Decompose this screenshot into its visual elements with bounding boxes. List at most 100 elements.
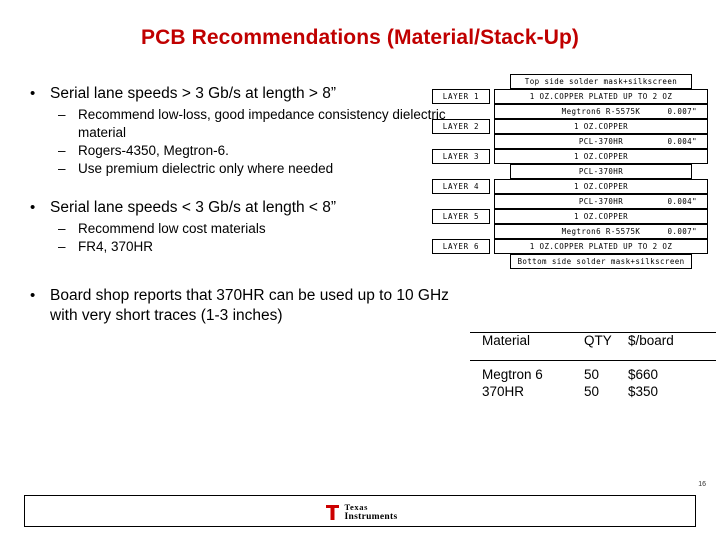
- sub-bullet-text: FR4, 370HR: [78, 239, 154, 254]
- stackup-row: LAYER 5 1 OZ.COPPER: [432, 209, 708, 224]
- stackup-material-name: Top side solder mask+silkscreen: [524, 77, 678, 86]
- stackup-material-name: 1 OZ.COPPER: [573, 212, 629, 221]
- stackup-material-band: Megtron6 R-5575K 0.007": [494, 104, 708, 119]
- page-number: 16: [698, 481, 706, 488]
- stackup-row: LAYER 4 1 OZ.COPPER: [432, 179, 708, 194]
- stackup-row: Top side solder mask+silkscreen: [432, 74, 708, 89]
- sub-bullet-marker: –: [58, 161, 66, 176]
- sub-bullet-text: Recommend low-loss, good impedance consi…: [78, 107, 446, 140]
- stackup-material-name: 1 OZ.COPPER: [573, 152, 629, 161]
- stackup-material-name: Bottom side solder mask+silkscreen: [517, 257, 685, 266]
- stackup-material-band: PCL-370HR: [510, 164, 692, 179]
- bullet-marker: •: [30, 199, 36, 216]
- bullet-item-1: • Serial lane speeds > 3 Gb/s at length …: [22, 84, 452, 104]
- stackup-layer-spacer: [432, 224, 490, 239]
- stackup-layer-label: LAYER 6: [432, 239, 490, 254]
- bullet-text: Serial lane speeds < 3 Gb/s at length < …: [50, 199, 337, 216]
- stackup-thickness: 0.004": [667, 137, 697, 146]
- stackup-material-name: PCL-370HR: [578, 137, 624, 146]
- stackup-layer-spacer: [432, 254, 490, 269]
- stackup-row: PCL-370HR 0.004": [432, 134, 708, 149]
- stackup-layer-spacer: [432, 134, 490, 149]
- cell-cost: $350: [628, 384, 659, 399]
- stackup-layer-spacer: [432, 194, 490, 209]
- stackup-material-band: 1 OZ.COPPER: [494, 119, 708, 134]
- column-header-cost: $/board: [628, 333, 674, 348]
- stackup-material-name: 1 OZ.COPPER PLATED UP TO 2 OZ: [529, 242, 673, 251]
- ti-wordmark: Texas Instruments: [344, 501, 398, 522]
- stackup-material-band: 1 OZ.COPPER: [494, 179, 708, 194]
- stackup-layer-label: LAYER 1: [432, 89, 490, 104]
- page-title: PCB Recommendations (Material/Stack-Up): [141, 26, 579, 49]
- bullet-marker: •: [30, 287, 36, 304]
- sub-bullet-marker: –: [58, 239, 66, 254]
- stackup-material-band: Megtron6 R-5575K 0.007": [494, 224, 708, 239]
- stackup-material-band: 1 OZ.COPPER: [494, 149, 708, 164]
- bullet-item-3: • Board shop reports that 370HR can be u…: [22, 286, 452, 326]
- bullet-list: • Serial lane speeds > 3 Gb/s at length …: [22, 84, 452, 328]
- column-header-qty: QTY: [584, 333, 612, 348]
- sub-bullet-item-2-2: – FR4, 370HR: [22, 238, 452, 256]
- stackup-row: LAYER 6 1 OZ.COPPER PLATED UP TO 2 OZ: [432, 239, 708, 254]
- sub-bullet-text: Use premium dielectric only where needed: [78, 161, 334, 176]
- table-row: 370HR 50 $350: [470, 384, 716, 401]
- ti-wordmark-line1: Texas: [344, 501, 369, 512]
- table-row: Megtron 6 50 $660: [470, 367, 716, 384]
- stackup-material-name: Megtron6 R-5575K: [561, 107, 641, 116]
- stackup-material-name: PCL-370HR: [578, 197, 624, 206]
- ti-logo: Texas Instruments: [25, 496, 697, 528]
- stackup-material-name: 1 OZ.COPPER: [573, 182, 629, 191]
- bullet-marker: •: [30, 85, 36, 102]
- stackup-row: PCL-370HR 0.004": [432, 194, 708, 209]
- stackup-layer-spacer: [432, 104, 490, 119]
- sub-bullet-item-1-2: – Rogers-4350, Megtron-6.: [22, 142, 452, 160]
- table-header-row: Material QTY $/board: [470, 332, 716, 361]
- sub-bullet-marker: –: [58, 221, 66, 236]
- cell-material: Megtron 6: [482, 367, 543, 382]
- stackup-layer-spacer: [432, 74, 490, 89]
- stackup-thickness: 0.007": [667, 227, 697, 236]
- cell-qty: 50: [584, 367, 600, 382]
- stackup-rows: Top side solder mask+silkscreen LAYER 1 1 …: [432, 74, 708, 269]
- stackup-material-band: 1 OZ.COPPER PLATED UP TO 2 OZ: [494, 239, 708, 254]
- table-body: Megtron 6 50 $660 370HR 50 $350: [470, 361, 716, 401]
- sub-bullet-item-1-1: – Recommend low-loss, good impedance con…: [22, 106, 452, 142]
- stackup-row: LAYER 1 1 OZ.COPPER PLATED UP TO 2 OZ: [432, 89, 708, 104]
- stackup-material-name: PCL-370HR: [578, 167, 624, 176]
- sub-bullet-marker: –: [58, 143, 66, 158]
- stackup-row: LAYER 2 1 OZ.COPPER: [432, 119, 708, 134]
- stackup-material-band: Bottom side solder mask+silkscreen: [510, 254, 692, 269]
- sub-bullet-text: Recommend low cost materials: [78, 221, 266, 236]
- stackup-thickness: 0.007": [667, 107, 697, 116]
- stackup-layer-label: LAYER 3: [432, 149, 490, 164]
- sub-bullet-item-2-1: – Recommend low cost materials: [22, 220, 452, 238]
- stackup-row: Megtron6 R-5575K 0.007": [432, 104, 708, 119]
- footer-bar: Texas Instruments: [24, 495, 696, 527]
- stackup-material-band: PCL-370HR 0.004": [494, 194, 708, 209]
- stackup-material-name: Megtron6 R-5575K: [561, 227, 641, 236]
- stackup-layer-label: LAYER 2: [432, 119, 490, 134]
- stackup-material-name: 1 OZ.COPPER PLATED UP TO 2 OZ: [529, 92, 673, 101]
- stackup-layer-label: LAYER 5: [432, 209, 490, 224]
- cell-material: 370HR: [482, 384, 525, 399]
- bullet-item-2: • Serial lane speeds < 3 Gb/s at length …: [22, 198, 452, 218]
- ti-flag-icon: [325, 504, 340, 521]
- stackup-layer-spacer: [432, 164, 490, 179]
- ti-wordmark-line2: Instruments: [344, 511, 398, 522]
- stackup-material-band: 1 OZ.COPPER PLATED UP TO 2 OZ: [494, 89, 708, 104]
- stackup-row: LAYER 3 1 OZ.COPPER: [432, 149, 708, 164]
- cell-cost: $660: [628, 367, 659, 382]
- stackup-row: Bottom side solder mask+silkscreen: [432, 254, 708, 269]
- bullet-text: Board shop reports that 370HR can be use…: [50, 287, 449, 324]
- sub-bullet-text: Rogers-4350, Megtron-6.: [78, 143, 229, 158]
- stackup-material-band: Top side solder mask+silkscreen: [510, 74, 692, 89]
- stackup-row: PCL-370HR: [432, 164, 708, 179]
- sub-bullet-marker: –: [58, 107, 66, 122]
- cell-qty: 50: [584, 384, 600, 399]
- stackup-material-band: PCL-370HR 0.004": [494, 134, 708, 149]
- stackup-material-band: 1 OZ.COPPER: [494, 209, 708, 224]
- stackup-thickness: 0.004": [667, 197, 697, 206]
- sub-bullet-item-1-3: – Use premium dielectric only where need…: [22, 160, 452, 178]
